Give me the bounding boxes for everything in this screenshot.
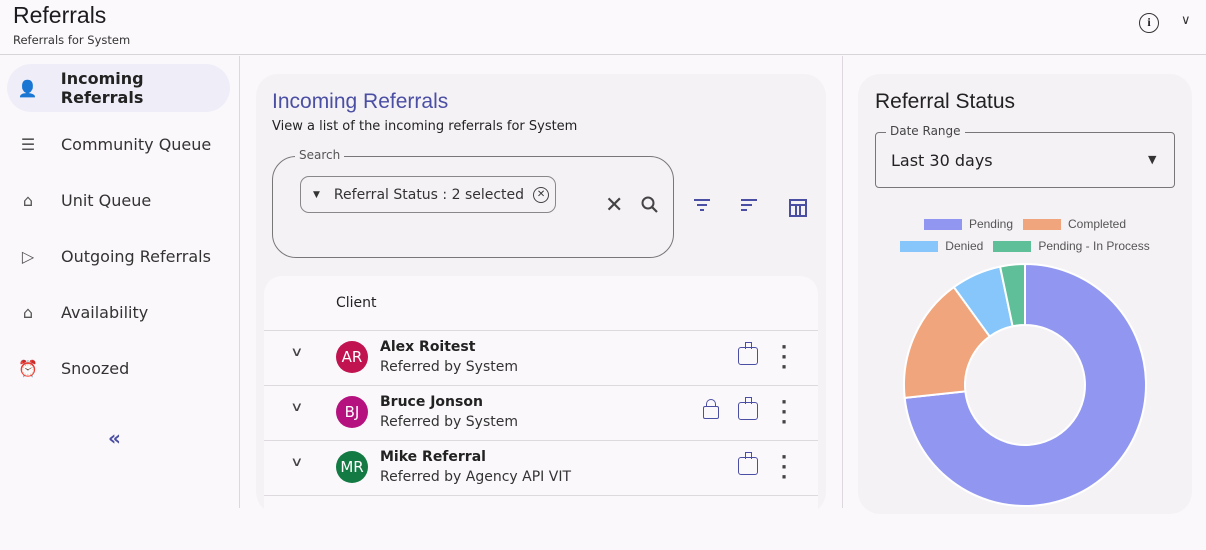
legend-item[interactable]: Pending <box>923 217 1013 231</box>
send-icon: ▷ <box>21 246 35 266</box>
legend-item[interactable]: Denied <box>900 239 983 253</box>
sidebar: « 👤 Incoming Referrals ☰ Community Queue ⌂ Un… <box>0 56 240 508</box>
legend-swatch <box>1023 218 1061 230</box>
sidebar-item-label: Community Queue <box>61 134 212 154</box>
info-icon[interactable]: i <box>1139 13 1159 33</box>
referred-by: Referred by System <box>380 359 518 375</box>
referred-by: Referred by System <box>380 414 518 430</box>
sidebar-item-label: Snoozed <box>61 358 130 378</box>
expand-row-icon[interactable]: ∨ <box>290 345 303 360</box>
person-add-icon: 👤 <box>17 78 38 98</box>
columns-icon[interactable] <box>788 198 808 223</box>
avatar: AR <box>336 341 368 373</box>
page-title: Referrals <box>13 2 107 28</box>
more-options-icon[interactable]: · · · <box>780 449 788 487</box>
referral-status-donut <box>903 262 1147 507</box>
divider <box>842 56 843 508</box>
legend-swatch <box>923 218 962 230</box>
sidebar-item-incoming-referrals[interactable]: 👤 Incoming Referrals <box>7 64 230 112</box>
referred-by: Referred by Agency API VIT <box>380 469 572 485</box>
client-name[interactable]: Bruce Jonson <box>380 394 483 410</box>
sidebar-item-availability[interactable]: ⌂ Availability <box>7 288 230 336</box>
id-badge-icon[interactable] <box>738 342 758 365</box>
more-options-icon[interactable]: · · · <box>780 394 788 432</box>
legend-item[interactable]: Pending - In Process <box>993 239 1150 253</box>
client-name[interactable]: Alex Roitest <box>380 339 475 355</box>
collapse-sidebar-button[interactable]: « <box>108 426 121 450</box>
search-field[interactable]: Search ▼ Referral Status : 2 selected ✕ … <box>272 148 674 258</box>
referral-status-card: Referral Status Date Range Last 30 days … <box>858 74 1192 514</box>
avatar: BJ <box>336 396 368 428</box>
search-icon[interactable] <box>640 195 660 220</box>
expand-row-icon[interactable]: ∨ <box>290 455 303 470</box>
id-badge-icon[interactable] <box>738 452 758 475</box>
sidebar-item-label: Incoming Referrals <box>60 69 144 107</box>
chevron-down-icon[interactable]: ∨ <box>1181 13 1191 28</box>
legend-swatch <box>993 240 1032 252</box>
avatar: MR <box>336 451 368 483</box>
section-title: Incoming Referrals <box>272 90 449 113</box>
legend-label: Completed <box>1068 217 1127 231</box>
legend-label: Pending <box>968 217 1013 231</box>
filter-icon[interactable] <box>692 197 712 218</box>
chart-legend: Pending Completed <box>858 217 1192 231</box>
id-badge-icon[interactable] <box>738 397 758 420</box>
table-row[interactable] <box>264 495 818 550</box>
table-row[interactable]: ∨ MR Mike Referral Referred by Agency AP… <box>264 440 818 495</box>
sidebar-item-label: Outgoing Referrals <box>61 246 211 266</box>
sidebar-item-outgoing-referrals[interactable]: ▷ Outgoing Referrals <box>7 232 230 280</box>
caret-down-icon[interactable]: ▼ <box>313 190 320 200</box>
chart-legend: Denied Pending - In Process <box>858 239 1192 253</box>
lock-icon <box>703 399 719 419</box>
sidebar-item-unit-queue[interactable]: ⌂ Unit Queue <box>7 176 230 224</box>
page-header: Referrals Referrals for System i ∨ <box>0 0 1206 55</box>
sidebar-item-community-queue[interactable]: ☰ Community Queue <box>7 120 230 168</box>
referral-status-filter-chip[interactable]: ▼ Referral Status : 2 selected ✕ <box>300 176 556 213</box>
page-subtitle: Referrals for System <box>13 33 131 47</box>
client-name[interactable]: Mike Referral <box>380 449 486 465</box>
legend-swatch <box>900 240 939 252</box>
incoming-referrals-card: Incoming Referrals View a list of the in… <box>256 74 826 516</box>
search-label: Search <box>295 148 345 162</box>
clear-search-icon[interactable]: ✕ <box>605 193 623 218</box>
table-row[interactable]: ∨ BJ Bruce Jonson Referred by System · · · <box>264 385 818 440</box>
expand-row-icon[interactable]: ∨ <box>290 400 303 415</box>
more-options-icon[interactable]: · · · <box>780 339 788 377</box>
snooze-alarm-icon: ⏰ <box>18 358 38 378</box>
referrals-table: Client ∨ AR Alex Roitest Referred by Sys… <box>264 276 818 516</box>
queue-person-icon: ☰ <box>20 134 36 154</box>
column-header-client[interactable]: Client <box>336 295 377 311</box>
legend-item[interactable]: Completed <box>1023 217 1126 231</box>
table-row[interactable]: ∨ AR Alex Roitest Referred by System · · · <box>264 330 818 385</box>
sidebar-item-label: Availability <box>61 302 149 322</box>
building-icon: ⌂ <box>22 190 34 210</box>
legend-label: Pending - In Process <box>1038 239 1150 253</box>
sidebar-item-label: Unit Queue <box>61 190 152 210</box>
sort-icon[interactable] <box>739 197 759 218</box>
chip-label: Referral Status : 2 selected <box>333 186 525 203</box>
section-subtitle: View a list of the incoming referrals fo… <box>272 119 578 134</box>
legend-label: Denied <box>945 239 984 253</box>
remove-chip-icon[interactable]: ✕ <box>533 186 550 203</box>
home-check-icon: ⌂ <box>22 302 34 322</box>
sidebar-item-snoozed[interactable]: ⏰ Snoozed <box>7 344 230 392</box>
